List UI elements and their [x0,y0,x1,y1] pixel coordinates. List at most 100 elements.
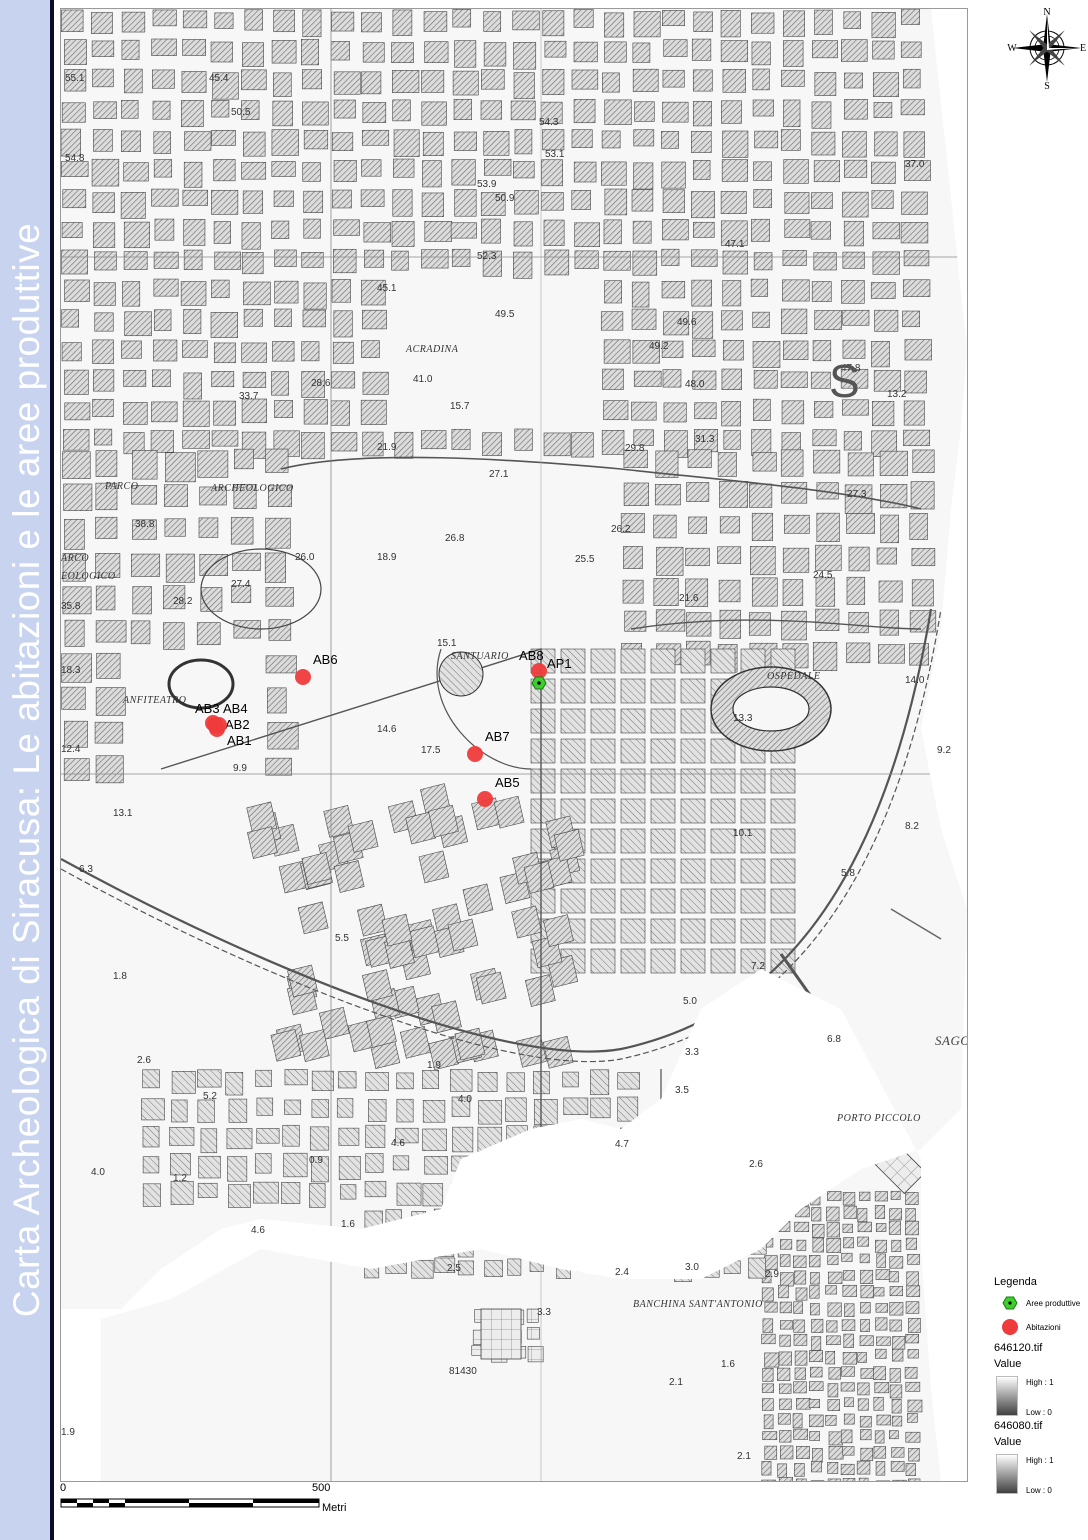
map-label: 13.2 [887,389,907,400]
map-label: 1.9 [427,1060,441,1071]
map-label: 49.2 [649,341,669,352]
site-marker-ab4[interactable] [211,717,227,733]
map-label: 1.6 [341,1219,355,1230]
map-label: 1.6 [721,1359,735,1370]
map-label: 26.8 [445,533,465,544]
map-title: Carta Archeologica di Siracusa: Le abita… [6,222,47,1318]
raster-low: Low : 0 [1026,1408,1052,1417]
map-label: 52.3 [477,251,497,262]
site-label-ab1: AB1 [227,733,252,748]
map-label: 0.9 [309,1155,323,1166]
map-label: S [829,355,860,407]
map-label: 15.7 [450,401,470,412]
map-label: 28.2 [173,596,193,607]
raster-value-label: Value [994,1436,1022,1448]
map-label: 2.6 [749,1159,763,1170]
map-label: 9.9 [233,763,247,774]
site-label-ap1: AP1 [547,656,572,671]
raster-name: 646080.tif [994,1420,1043,1432]
scale-bar: 0 500 Metri [60,1482,400,1538]
raster-name: 646120.tif [994,1342,1043,1354]
map-label: ARCHEOLOGICO [210,483,294,494]
map-label: 47.1 [725,239,745,250]
map-label: 21.9 [377,442,397,453]
map-label: 7.2 [751,961,765,972]
site-marker-dot [537,681,541,685]
map-label: SAGOS [935,1033,967,1048]
map-label: 24.5 [813,570,833,581]
compass-e: E [1080,43,1086,54]
map-label: 1.8 [113,971,127,982]
map-label: ACRADINA [405,344,459,355]
circle-red-icon [1002,1319,1018,1335]
map-label: 50.9 [495,193,515,204]
map-label: 27.3 [847,489,867,500]
map-label: 35.8 [61,601,81,612]
map-label: OSPEDALE [767,671,820,682]
map-label: 2.6 [137,1055,151,1066]
map-label: EOLOGICO [61,571,116,582]
raster-ramp [996,1454,1018,1494]
site-marker-ab5[interactable] [477,791,493,807]
raster-low: Low : 0 [1026,1486,1052,1495]
map-label: 3.5 [675,1085,689,1096]
map-label: 13.1 [113,808,133,819]
site-marker-ab7[interactable] [467,746,483,762]
map-label: 4.0 [91,1167,105,1178]
map-label: 2.1 [669,1377,683,1388]
map-label: 53.1 [545,149,565,160]
map-label: PARCO [104,481,138,492]
map-label: 54.3 [539,117,559,128]
map-label: 27.4 [231,579,251,590]
map-label: 29.8 [625,443,645,454]
map-label: 3.0 [685,1262,699,1273]
sidebar: Carta Archeologica di Siracusa: Le abita… [0,0,54,1540]
map-label: 4.6 [391,1138,405,1149]
map-label: 54.8 [65,153,85,164]
map-label: 48.0 [685,379,705,390]
legend-label: Abitazioni [1026,1323,1061,1332]
map-frame[interactable]: 55.1 45.4 54.8 50.5 54.3 53.1 53.9 50.9 52.3 47.1… [60,8,968,1482]
map-label: 12.4 [61,744,81,755]
map-label: 5.0 [683,996,697,1007]
map-label: 2.4 [615,1267,629,1278]
site-label-ab3: AB3 [195,701,220,716]
site-label-ab7: AB7 [485,729,510,744]
raster-high: High : 1 [1026,1378,1054,1387]
map-label: 3.3 [537,1307,551,1318]
site-marker-ab6[interactable] [295,669,311,685]
scale-unit: Metri [322,1502,347,1514]
map-label: 4.0 [458,1094,472,1105]
map-label: 2.9 [765,1269,779,1280]
compass-n: N [1043,7,1050,18]
map-label: 49.6 [677,317,697,328]
map-label: 81430 [449,1366,477,1377]
map-label: 15.1 [437,638,457,649]
site-label-ab8: AB8 [519,648,544,663]
map-label: 49.5 [495,309,515,320]
site-label-ab5: AB5 [495,775,520,790]
base-map[interactable]: 55.1 45.4 54.8 50.5 54.3 53.1 53.9 50.9 52.3 47.1… [61,9,967,1481]
map-label: 45.1 [377,283,397,294]
map-label: 31.3 [695,434,715,445]
map-label: PORTO PICCOLO [836,1113,921,1124]
raster-ramp [996,1376,1018,1416]
map-label: 33.7 [239,391,259,402]
map-label: 26.0 [295,552,315,563]
map-label: 8.2 [905,821,919,832]
map-label: 17.5 [421,745,441,756]
map-label: 21.6 [679,593,699,604]
map-label: 14.0 [905,675,925,686]
map-label: 27.1 [489,469,509,480]
raster-high: High : 1 [1026,1456,1054,1465]
site-label-ab6: AB6 [313,652,338,667]
map-label: 9.2 [937,745,951,756]
map-label: 5.8 [841,868,855,879]
map-label: 13.3 [733,713,753,724]
map-label: 5.5 [335,933,349,944]
map-label: 5229 [61,9,84,12]
scale-end: 500 [312,1482,331,1494]
site-label-ab4: AB4 [223,701,248,716]
map-label: 2.1 [737,1451,751,1462]
map-label: 45.4 [209,73,229,84]
